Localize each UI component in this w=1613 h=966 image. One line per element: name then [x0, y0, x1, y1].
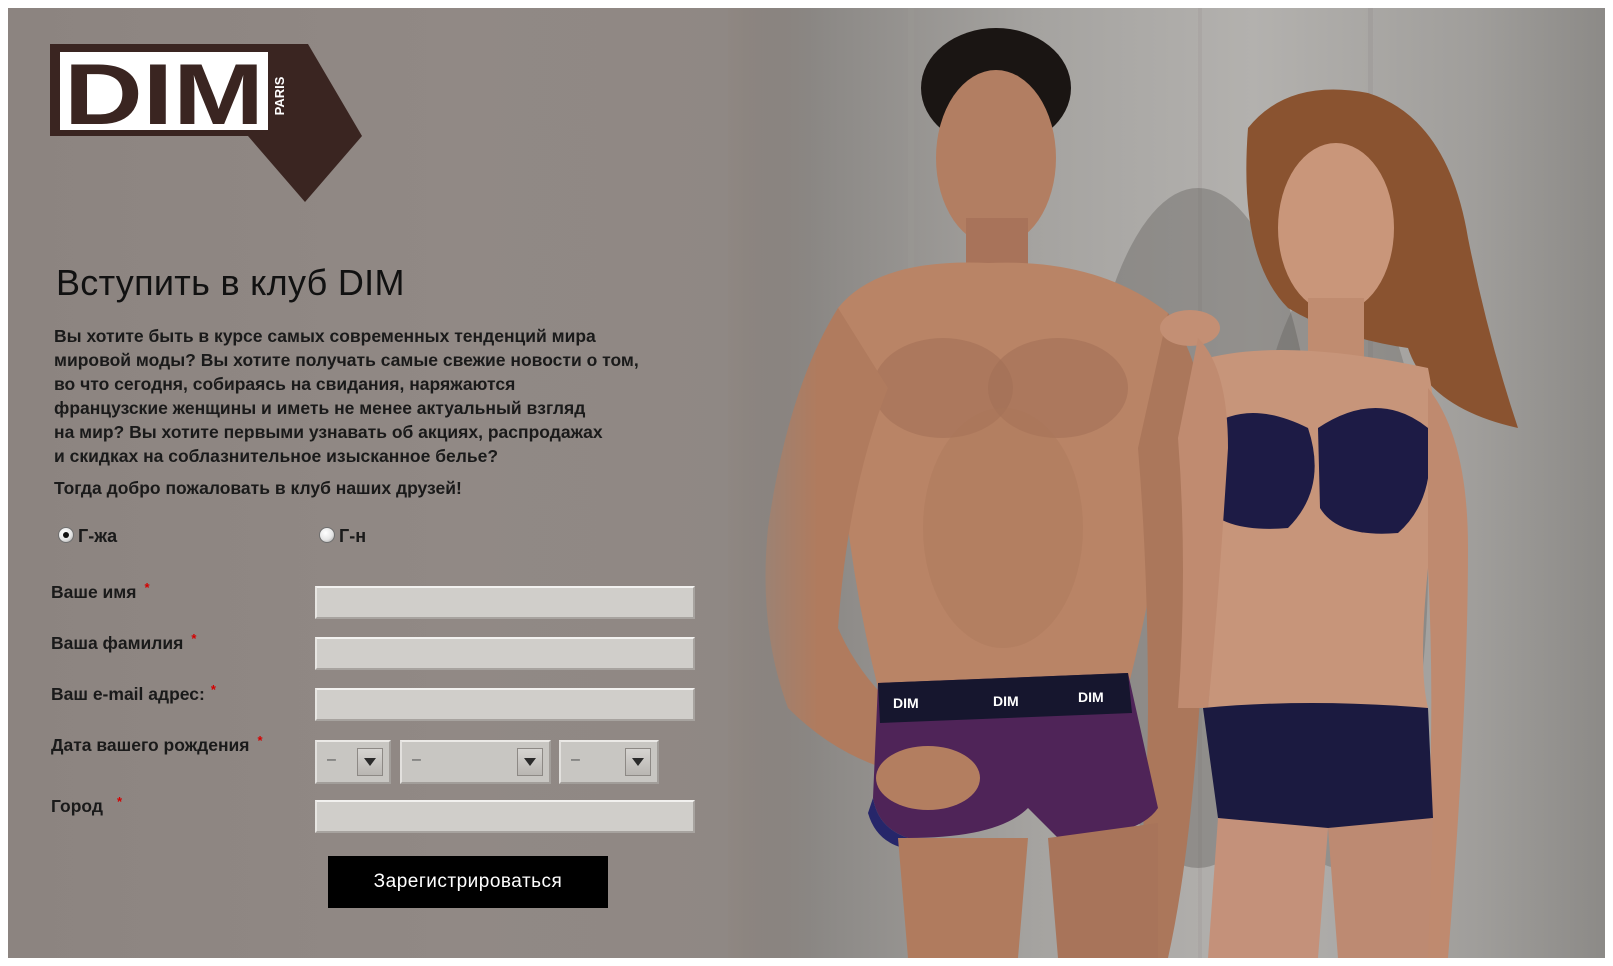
salutation-mrs-label: Г-жа: [78, 526, 118, 546]
intro-line: французские женщины и иметь не менее акт…: [54, 398, 586, 418]
birth-year-value: –: [571, 751, 580, 768]
birth-day-value: –: [327, 751, 336, 768]
birth-month-select[interactable]: –: [400, 740, 551, 784]
hero-fade: [728, 8, 818, 958]
chevron-down-icon[interactable]: [625, 748, 651, 776]
salutation-mrs-radio[interactable]: Г-жа: [58, 526, 117, 547]
city-label-text: Город: [51, 796, 103, 816]
last-name-input[interactable]: [315, 637, 695, 670]
required-marker: *: [191, 631, 197, 646]
birth-day-select[interactable]: –: [315, 740, 391, 784]
birth-date-label-text: Дата вашего рождения: [51, 735, 250, 755]
first-name-input[interactable]: [315, 586, 695, 619]
logo-text: DIM: [64, 47, 264, 143]
required-marker: *: [257, 733, 263, 748]
chevron-down-icon[interactable]: [357, 748, 383, 776]
last-name-label: Ваша фамилия *: [51, 631, 197, 654]
email-label-text: Ваш e-mail адрес:: [51, 684, 205, 704]
last-name-label-text: Ваша фамилия: [51, 633, 184, 653]
birth-year-select[interactable]: –: [559, 740, 659, 784]
logo-sub-text: PARIS: [272, 76, 287, 115]
welcome-text: Тогда добро пожаловать в клуб наших друз…: [54, 478, 462, 498]
email-label: Ваш e-mail адрес: *: [51, 682, 216, 705]
intro-line: мировой моды? Вы хотите получать самые с…: [54, 350, 639, 370]
intro-line: на мир? Вы хотите первыми узнавать об ак…: [54, 422, 603, 442]
page-title: Вступить в клуб DIM: [56, 262, 405, 303]
radio-checked-icon[interactable]: [58, 526, 74, 543]
radio-unchecked-icon[interactable]: [319, 526, 335, 543]
chevron-down-icon[interactable]: [517, 748, 543, 776]
waistband-text: DIM: [893, 695, 919, 711]
salutation-mr-radio[interactable]: Г-н: [319, 526, 366, 547]
first-name-label: Ваше имя *: [51, 580, 150, 603]
intro-line: и скидках на соблазнительное изысканное …: [54, 446, 499, 466]
registration-panel: DIM PARIS Вступить в клуб DIM Вы хотите …: [8, 8, 748, 958]
birth-date-label: Дата вашего рождения *: [51, 733, 263, 756]
birth-month-value: –: [412, 751, 421, 768]
intro-line: Вы хотите быть в курсе самых современных…: [54, 326, 596, 346]
required-marker: *: [117, 794, 123, 809]
required-marker: *: [144, 580, 150, 595]
salutation-mr-label: Г-н: [339, 526, 367, 546]
first-name-label-text: Ваше имя: [51, 582, 137, 602]
intro-line: во что сегодня, собираясь на свидания, н…: [54, 374, 516, 394]
page-frame: DIM PARIS Вступить в клуб DIM Вы хотите …: [8, 8, 1605, 958]
models-image: DIM DIM DIM: [765, 8, 1518, 958]
waistband-text: DIM: [993, 693, 1019, 709]
city-input[interactable]: [315, 800, 695, 833]
email-input[interactable]: [315, 688, 695, 721]
dim-logo: DIM PARIS: [50, 44, 362, 202]
waistband-text: DIM: [1078, 689, 1104, 705]
city-label: Город *: [51, 794, 123, 817]
register-button[interactable]: Зарегистрироваться: [328, 856, 608, 908]
hero-photo: DIM DIM DIM: [728, 8, 1605, 958]
required-marker: *: [210, 682, 216, 697]
intro-text: Вы хотите быть в курсе самых современных…: [54, 324, 704, 468]
